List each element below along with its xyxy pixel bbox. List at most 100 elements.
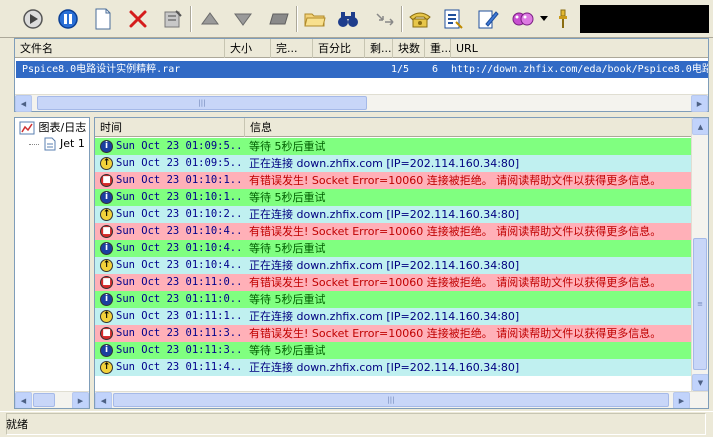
- column-header-remaining[interactable]: 剩...: [365, 39, 393, 58]
- log-message: 等待 5秒后重试: [249, 242, 326, 255]
- log-row[interactable]: ↑ Sun Oct 23 01:10:2... 正在连接 down.zhfix.co…: [95, 206, 692, 223]
- download-list[interactable]: 文件名 大小 完... 百分比 剩... 块数 重... URL Pspice8…: [14, 38, 709, 112]
- arrow-up-circle-icon: ↑: [100, 259, 113, 272]
- category-tree[interactable]: 图表/日志 Jet 1 ◀ ▶: [14, 117, 90, 409]
- info-icon: i: [100, 344, 113, 357]
- log-row[interactable]: i Sun Oct 23 01:10:4... 等待 5秒后重试: [95, 240, 692, 257]
- info-icon: i: [100, 293, 113, 306]
- log-row[interactable]: i Sun Oct 23 01:10:1... 等待 5秒后重试: [95, 189, 692, 206]
- log-row[interactable]: ■ Sun Oct 23 01:11:0... 有错误发生! Socket Erro…: [95, 274, 692, 291]
- log-time: Sun Oct 23 01:10:4...: [116, 259, 244, 271]
- rename-icon[interactable]: [265, 5, 293, 33]
- arrow-up-circle-icon: ↑: [100, 361, 113, 374]
- arrow-up-circle-icon: ↑: [100, 157, 113, 170]
- status-text: 就绪: [6, 418, 28, 431]
- phone-icon[interactable]: [406, 5, 434, 33]
- column-header-info[interactable]: 信息: [245, 118, 692, 137]
- arrow-up-circle-icon: ↑: [100, 208, 113, 221]
- arrow-down-icon[interactable]: [229, 5, 257, 33]
- log-message: 等待 5秒后重试: [249, 191, 326, 204]
- log-time: Sun Oct 23 01:11:3...: [116, 327, 244, 339]
- info-icon: i: [100, 191, 113, 204]
- log-time: Sun Oct 23 01:10:1...: [116, 174, 244, 186]
- log-vscrollbar[interactable]: ▲ ≡ ▼: [691, 118, 708, 391]
- pin-icon[interactable]: [552, 5, 574, 33]
- options-icon[interactable]: [439, 5, 467, 33]
- column-header-retries[interactable]: 重...: [425, 39, 451, 58]
- skin-icon[interactable]: [509, 5, 537, 33]
- scroll-down-button[interactable]: ▼: [692, 374, 708, 391]
- scroll-right-button[interactable]: ▶: [691, 95, 708, 112]
- scroll-thumb[interactable]: [33, 393, 55, 407]
- log-row[interactable]: i Sun Oct 23 01:11:3... 等待 5秒后重试: [95, 342, 692, 359]
- log-message: 等待 5秒后重试: [249, 140, 326, 153]
- chart-icon: [19, 121, 35, 135]
- log-time: Sun Oct 23 01:11:3...: [116, 344, 244, 356]
- scroll-thumb[interactable]: ≡: [693, 238, 707, 370]
- log-row[interactable]: ■ Sun Oct 23 01:10:4... 有错误发生! Socket Erro…: [95, 223, 692, 240]
- column-header-blocks[interactable]: 块数: [393, 39, 425, 58]
- scroll-thumb[interactable]: |||: [37, 96, 367, 110]
- log-row[interactable]: ■ Sun Oct 23 01:10:1... 有错误发生! Socket Erro…: [95, 172, 692, 189]
- log-time: Sun Oct 23 01:11:0...: [116, 276, 244, 288]
- edit-icon[interactable]: [474, 5, 502, 33]
- scroll-right-button[interactable]: ▶: [72, 392, 89, 408]
- log-message: 正在连接 down.zhfix.com [IP=202.114.160.34:8…: [249, 361, 520, 374]
- new-file-icon[interactable]: [89, 5, 117, 33]
- scroll-right-button[interactable]: ▶: [673, 392, 690, 408]
- log-message: 正在连接 down.zhfix.com [IP=202.114.160.34:8…: [249, 208, 520, 221]
- folder-icon[interactable]: [301, 5, 329, 33]
- log-row[interactable]: ↑ Sun Oct 23 01:11:4... 正在连接 down.zhfix.co…: [95, 359, 692, 376]
- log-message: 有错误发生! Socket Error=10060 连接被拒绝。 请阅读帮助文件…: [249, 225, 662, 238]
- scroll-left-button[interactable]: ◀: [15, 392, 32, 408]
- log-time: Sun Oct 23 01:11:4...: [116, 361, 244, 373]
- download-row[interactable]: Pspice8.0电路设计实例精粹.rar 1/5 6 http://down.…: [16, 61, 708, 78]
- log-panel[interactable]: 时间 信息 i Sun Oct 23 01:09:5... 等待 5秒后重试 ↑ Sun…: [94, 117, 709, 409]
- info-icon: i: [100, 242, 113, 255]
- log-row[interactable]: ↑ Sun Oct 23 01:09:5... 正在连接 down.zhfix.co…: [95, 155, 692, 172]
- tree-hscrollbar[interactable]: ◀ ▶: [15, 391, 89, 408]
- log-row[interactable]: ■ Sun Oct 23 01:11:3... 有错误发生! Socket Erro…: [95, 325, 692, 342]
- tree-item-label: Jet 1: [60, 137, 85, 150]
- log-time: Sun Oct 23 01:09:5...: [116, 140, 244, 152]
- download-list-hscrollbar[interactable]: ◀ ||| ▶: [15, 94, 708, 112]
- column-header-url[interactable]: URL: [451, 39, 710, 58]
- tree-item-jet[interactable]: Jet 1: [29, 136, 85, 152]
- scroll-left-button[interactable]: ◀: [15, 95, 32, 112]
- log-rows: i Sun Oct 23 01:09:5... 等待 5秒后重试 ↑ Sun Oct 2…: [95, 138, 692, 376]
- log-row[interactable]: i Sun Oct 23 01:11:0... 等待 5秒后重试: [95, 291, 692, 308]
- log-message: 有错误发生! Socket Error=10060 连接被拒绝。 请阅读帮助文件…: [249, 327, 662, 340]
- log-time: Sun Oct 23 01:10:4...: [116, 242, 244, 254]
- log-time: Sun Oct 23 01:10:4...: [116, 225, 244, 237]
- scroll-thumb[interactable]: |||: [113, 393, 669, 407]
- scroll-left-button[interactable]: ◀: [95, 392, 112, 408]
- log-row[interactable]: ↑ Sun Oct 23 01:11:1... 正在连接 down.zhfix.co…: [95, 308, 692, 325]
- arrow-up-icon[interactable]: [196, 5, 224, 33]
- connect-icon[interactable]: [370, 5, 398, 33]
- log-hscrollbar[interactable]: ◀ ||| ▶: [95, 391, 708, 408]
- column-header-percent[interactable]: 百分比: [313, 39, 365, 58]
- log-row[interactable]: i Sun Oct 23 01:09:5... 等待 5秒后重试: [95, 138, 692, 155]
- log-row[interactable]: ↑ Sun Oct 23 01:10:4... 正在连接 down.zhfix.co…: [95, 257, 692, 274]
- pause-icon[interactable]: [54, 5, 82, 33]
- document-icon: [43, 137, 57, 151]
- column-header-size[interactable]: 大小: [225, 39, 271, 58]
- log-message: 正在连接 down.zhfix.com [IP=202.114.160.34:8…: [249, 259, 520, 272]
- column-header-time[interactable]: 时间: [95, 118, 245, 137]
- log-time: Sun Oct 23 01:10:2...: [116, 208, 244, 220]
- download-filename: Pspice8.0电路设计实例精粹.rar: [22, 64, 181, 75]
- log-message: 等待 5秒后重试: [249, 293, 326, 306]
- log-message: 有错误发生! Socket Error=10060 连接被拒绝。 请阅读帮助文件…: [249, 174, 662, 187]
- scroll-up-button[interactable]: ▲: [692, 118, 708, 135]
- log-time: Sun Oct 23 01:09:5...: [116, 157, 244, 169]
- column-header-complete[interactable]: 完...: [271, 39, 313, 58]
- properties-icon[interactable]: [159, 5, 187, 33]
- column-header-filename[interactable]: 文件名: [15, 39, 225, 58]
- tree-item-label: 图表/日志: [38, 121, 87, 134]
- tree-item-charts-log[interactable]: 图表/日志: [19, 120, 86, 136]
- play-icon[interactable]: [19, 5, 47, 33]
- delete-icon[interactable]: [124, 5, 152, 33]
- binoculars-icon[interactable]: [334, 5, 362, 33]
- arrow-up-circle-icon: ↑: [100, 310, 113, 323]
- chevron-down-icon[interactable]: [538, 5, 550, 33]
